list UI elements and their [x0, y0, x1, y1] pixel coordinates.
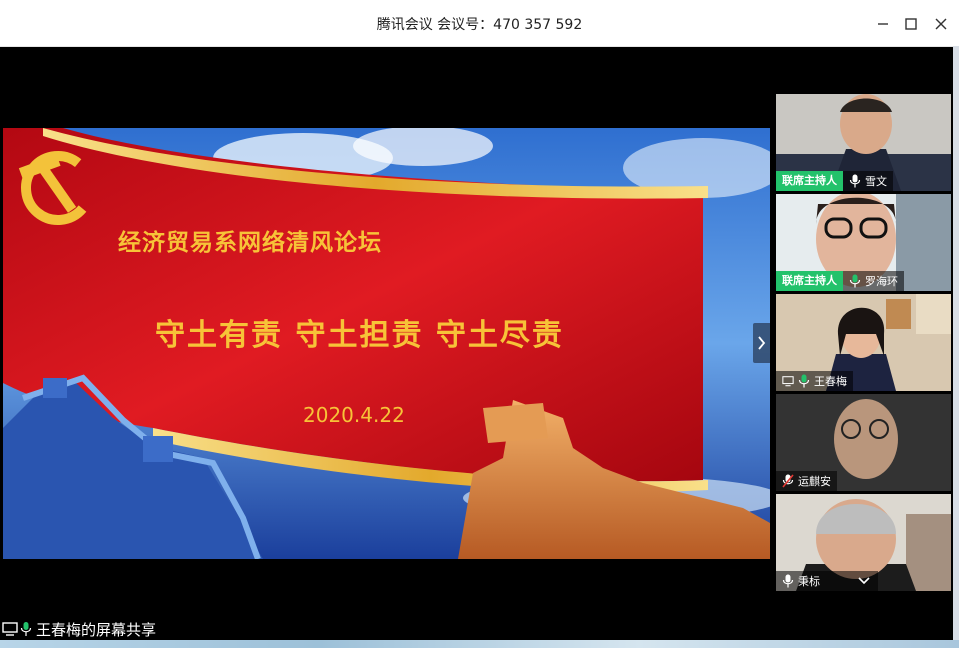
desktop-strip [0, 640, 959, 648]
close-icon[interactable] [931, 14, 951, 34]
title-bar: 腾讯会议 会议号：470 357 592 [0, 0, 959, 47]
microphone-muted-icon [782, 474, 794, 488]
chevron-down-icon[interactable] [856, 573, 872, 589]
slide-slogan: 守土有责 守土担责 守土尽责 [155, 318, 564, 353]
microphone-icon [849, 174, 861, 188]
participant-label: 秉标 [776, 571, 878, 591]
participant-name: 王春梅 [814, 375, 847, 388]
participant-tile[interactable]: 运麒安 [776, 394, 951, 491]
participant-label: 王春梅 [776, 371, 853, 391]
participant-tile[interactable]: 联席主持人 雪文 [776, 94, 951, 191]
participant-tile[interactable]: 联席主持人 罗海环 [776, 194, 951, 291]
participant-label: 运麒安 [776, 471, 837, 491]
microphone-icon [20, 622, 32, 636]
shared-screen-slide: 经济贸易系网络清风论坛 守土有责 守土担责 守土尽责 2020.4.22 [3, 128, 770, 559]
microphone-icon [849, 274, 861, 288]
participant-name: 秉标 [798, 575, 820, 588]
participant-name: 雪文 [865, 175, 887, 188]
microphone-icon [782, 574, 794, 588]
next-page-button[interactable] [753, 323, 770, 363]
co-host-badge: 联席主持人 [776, 171, 843, 191]
window-title: 腾讯会议 会议号：470 357 592 [376, 17, 583, 33]
participant-tile[interactable]: 王春梅 [776, 294, 951, 391]
participant-name: 运麒安 [798, 475, 831, 488]
window-edge [953, 46, 959, 640]
co-host-badge: 联席主持人 [776, 271, 843, 291]
share-status-text: 王春梅的屏幕共享 [36, 620, 157, 639]
slide-heading: 经济贸易系网络清风论坛 [118, 230, 382, 256]
slide-date: 2020.4.22 [303, 403, 405, 427]
screen-share-icon [2, 622, 18, 636]
participant-name: 罗海环 [865, 275, 898, 288]
chevron-right-icon [758, 336, 766, 350]
maximize-icon[interactable] [901, 14, 921, 34]
participant-label: 联席主持人 罗海环 [776, 271, 904, 291]
participant-tile[interactable]: 秉标 [776, 494, 951, 591]
screen-share-icon [782, 376, 794, 387]
share-status-bar: 王春梅的屏幕共享 [0, 618, 156, 640]
microphone-icon [798, 374, 810, 388]
minimize-icon[interactable] [873, 14, 893, 34]
participant-label: 联席主持人 雪文 [776, 171, 893, 191]
